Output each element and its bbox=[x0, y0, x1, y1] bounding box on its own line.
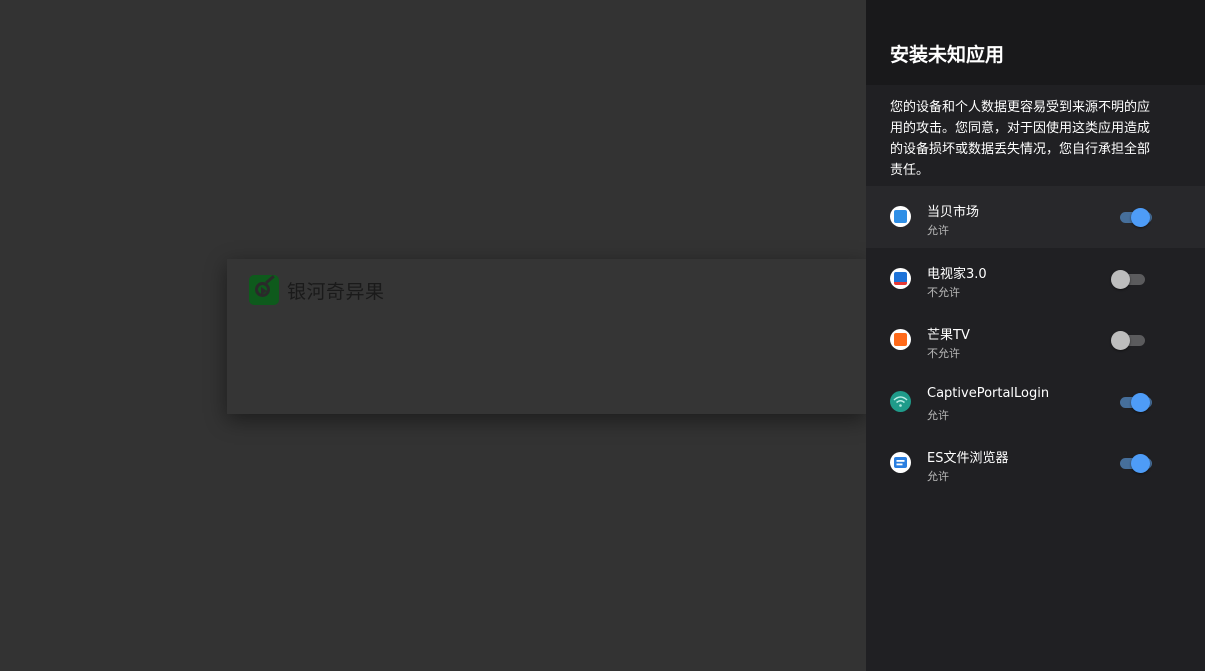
app-name: 当贝市场 bbox=[927, 205, 980, 220]
dianshijia-icon bbox=[890, 267, 911, 289]
app-name: 电视家3.0 bbox=[927, 266, 987, 282]
app-name: CaptivePortalLogin bbox=[927, 385, 1050, 401]
panel-title: 安装未知应用 bbox=[890, 44, 1005, 66]
install-unknown-apps-panel: 安装未知应用 您的设备和个人数据更容易受到来源不明的应用的攻击。您同意，对于因使… bbox=[866, 0, 1205, 671]
allow-toggle[interactable] bbox=[1118, 392, 1158, 413]
es-file-explorer-icon bbox=[890, 452, 911, 473]
app-status: 允许 bbox=[927, 470, 949, 483]
app-row-dianshijia[interactable]: 电视家3.0 不允许 bbox=[866, 248, 1205, 310]
app-row-mango-tv[interactable]: 芒果TV 不允许 bbox=[866, 309, 1205, 371]
app-name: ES文件浏览器 bbox=[927, 451, 1009, 466]
allow-toggle[interactable] bbox=[1111, 269, 1151, 290]
warning-description: 您的设备和个人数据更容易受到来源不明的应用的攻击。您同意，对于因使用这类应用造成… bbox=[890, 100, 1151, 178]
app-row-captive-portal-login[interactable]: CaptivePortalLogin 允许 bbox=[866, 371, 1205, 433]
app-list: 当贝市场 允许 电视家3.0 不允许 芒果TV 不允许 CaptivePorta… bbox=[866, 186, 1205, 494]
mango-tv-icon bbox=[890, 329, 911, 350]
app-row-dangbei-market[interactable]: 当贝市场 允许 bbox=[866, 186, 1205, 248]
app-row-es-file-explorer[interactable]: ES文件浏览器 允许 bbox=[866, 432, 1205, 494]
background-app-dialog: 银河奇异果 bbox=[227, 259, 866, 414]
dangbei-market-icon bbox=[890, 206, 911, 227]
app-status: 允许 bbox=[927, 224, 949, 237]
allow-toggle[interactable] bbox=[1118, 208, 1158, 228]
background-app-name: 银河奇异果 bbox=[287, 281, 385, 303]
app-name: 芒果TV bbox=[927, 328, 970, 343]
app-status: 允许 bbox=[927, 408, 949, 422]
allow-toggle[interactable] bbox=[1111, 331, 1151, 351]
wifi-question-icon bbox=[890, 390, 911, 412]
panel-header: 安装未知应用 bbox=[866, 0, 1205, 85]
app-status: 不允许 bbox=[927, 347, 960, 360]
play-tv-icon bbox=[249, 275, 279, 305]
allow-toggle[interactable] bbox=[1118, 454, 1158, 474]
app-status: 不允许 bbox=[927, 285, 960, 299]
